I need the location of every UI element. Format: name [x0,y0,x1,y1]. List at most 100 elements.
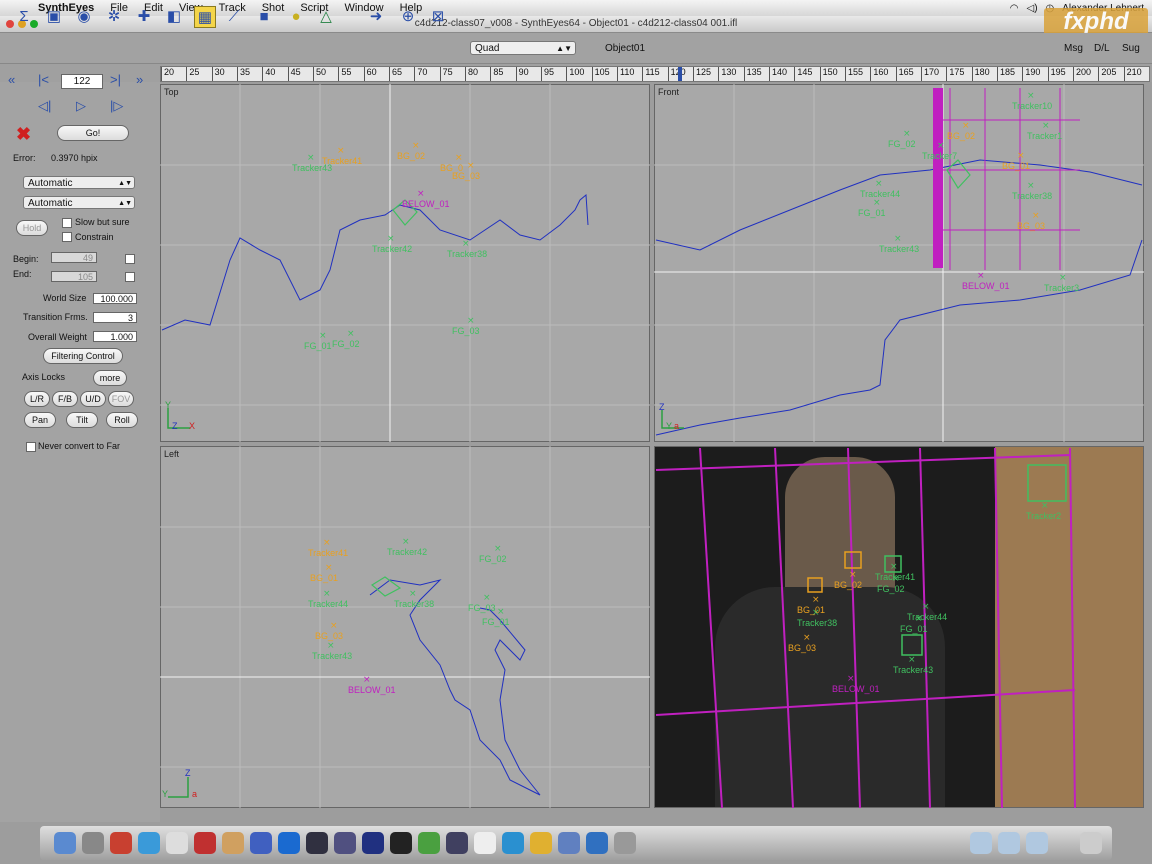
pan-button[interactable]: Pan [24,412,56,428]
viewport-top[interactable]: Top [160,84,650,442]
viewport-front[interactable]: Front [654,84,1144,442]
tracker-label[interactable]: BELOW_01 [962,281,1010,291]
fcp-icon[interactable] [446,832,468,854]
cube-icon[interactable]: ■ [254,6,274,26]
sphere-icon[interactable]: ◉ [74,6,94,26]
tracker-label[interactable]: FG_01 [858,208,886,218]
filtering-control-button[interactable]: Filtering Control [43,348,123,364]
tracker-label[interactable]: Tracker38 [797,618,837,628]
tracker-label[interactable]: Tracker38 [394,599,434,609]
preview-icon[interactable] [166,832,188,854]
tracker-label[interactable]: Tracker41 [308,548,348,558]
slow-checkbox[interactable] [62,218,72,228]
zoom-icon[interactable]: ⊕ [398,6,418,26]
mail-icon[interactable] [110,832,132,854]
roll-button[interactable]: Roll [106,412,138,428]
trash-icon[interactable] [1080,832,1102,854]
sigma-icon[interactable]: Σ [14,6,34,26]
go-button[interactable]: Go! [57,125,129,141]
cyberduck-icon[interactable] [530,832,552,854]
perspective-icon[interactable]: △ [316,6,336,26]
lock-lr-button[interactable]: L/R [24,391,50,407]
notes-icon[interactable] [222,832,244,854]
tracker-label[interactable]: Tracker42 [387,547,427,557]
solver-mode2-select[interactable]: Automatic ▲▼ [23,196,135,209]
photoshop-icon[interactable] [362,832,384,854]
world-size-field[interactable]: 100.000 [93,293,137,304]
tracker-label[interactable]: Tracker44 [308,599,348,609]
constrain-checkbox[interactable] [62,232,72,242]
step-back-icon[interactable]: ◁| [38,98,51,114]
tracker-label[interactable]: FG_01 [482,617,510,627]
end-field[interactable]: 105 [51,271,97,282]
msg-button[interactable]: Msg [1064,43,1083,54]
tracker-label[interactable]: Tracker7 [922,151,957,161]
begin-checkbox[interactable] [125,254,135,264]
prev-key-icon[interactable]: |< [38,72,49,87]
solve-icon[interactable]: ▣ [44,6,64,26]
lens-icon[interactable]: ◧ [164,6,184,26]
fit-icon[interactable]: ⊠ [428,6,448,26]
cinema4d-icon[interactable] [306,832,328,854]
tracker-label[interactable]: Tracker2 [1026,511,1061,521]
tracker-label[interactable]: BG_01 [1002,161,1030,171]
tracker-label[interactable]: BG_01 [797,605,825,615]
opera-icon[interactable] [194,832,216,854]
tracker-label[interactable]: Tracker43 [292,163,332,173]
cancel-icon[interactable]: ✖ [16,124,31,145]
tracker-label[interactable]: Tracker10 [1012,101,1052,111]
dl-button[interactable]: D/L [1094,43,1110,54]
chrome-icon[interactable] [278,832,300,854]
graph-icon[interactable]: ⟋ [224,6,244,26]
tracker-label[interactable]: FG_01 [304,341,332,351]
view-layout-select[interactable]: Quad ▲▼ [470,41,576,55]
tracker-label[interactable]: Tracker42 [372,244,412,254]
fast-forward-icon[interactable]: » [136,72,143,87]
sug-button[interactable]: Sug [1122,43,1140,54]
tracker-label[interactable]: FG_03 [452,326,480,336]
tracker-label[interactable]: Tracker3 [1044,283,1079,293]
tracker-label[interactable]: Tracker43 [893,665,933,675]
tracker-label[interactable]: Tracker43 [312,651,352,661]
twitter-icon[interactable] [502,832,524,854]
solver-mode-select[interactable]: Automatic ▲▼ [23,176,135,189]
tracker-label[interactable]: BG_03 [315,631,343,641]
launchpad-icon[interactable] [82,832,104,854]
more-button[interactable]: more [93,370,127,386]
step-forward-icon[interactable]: |▷ [110,98,123,114]
rewind-icon[interactable]: « [8,72,15,87]
tracker-label[interactable]: BG_02 [397,151,425,161]
tracker-label[interactable]: FG_02 [332,339,360,349]
transition-field[interactable]: 3 [93,312,137,323]
timeline-ruler[interactable]: 20 25 30 35 40 45 50 55 60 65 70 75 80 85 90 95 100 105 11… [160,66,1150,82]
tracker-label[interactable]: BG_01 [310,573,338,583]
itunes-icon[interactable] [250,832,272,854]
skype-icon[interactable] [586,832,608,854]
terminal-icon[interactable] [614,832,636,854]
tracker-label[interactable]: Tracker1 [1027,131,1062,141]
finder-icon[interactable] [54,832,76,854]
tracker-label[interactable]: FG_03 [468,603,496,613]
never-far-checkbox[interactable] [26,442,36,452]
lock-fov-button[interactable]: FOV [108,391,134,407]
downloads-icon[interactable] [998,832,1020,854]
safari-icon[interactable] [138,832,160,854]
tracker-label[interactable]: FG_01 [900,624,928,634]
lock-fb-button[interactable]: F/B [52,391,78,407]
tracker-label[interactable]: Tracker38 [1012,191,1052,201]
wifi-icon[interactable]: ◠ [1010,3,1019,14]
tracker-label[interactable]: Tracker44 [907,612,947,622]
documents-icon[interactable] [1026,832,1048,854]
tracker-label[interactable]: FG_02 [479,554,507,564]
word-icon[interactable] [474,832,496,854]
tracker-label[interactable]: BG_03 [788,643,816,653]
light-icon[interactable]: ● [286,6,306,26]
tracker-label[interactable]: BELOW_01 [348,685,396,695]
calc-icon[interactable]: ▦ [194,6,216,28]
tracker-label[interactable]: FG_02 [888,139,916,149]
begin-field[interactable]: 49 [51,252,97,263]
tracker-label[interactable]: BELOW_01 [402,199,450,209]
tracker-label[interactable]: Tracker41 [875,572,915,582]
app-icon[interactable] [558,832,580,854]
viewport-camera[interactable] [654,446,1144,808]
